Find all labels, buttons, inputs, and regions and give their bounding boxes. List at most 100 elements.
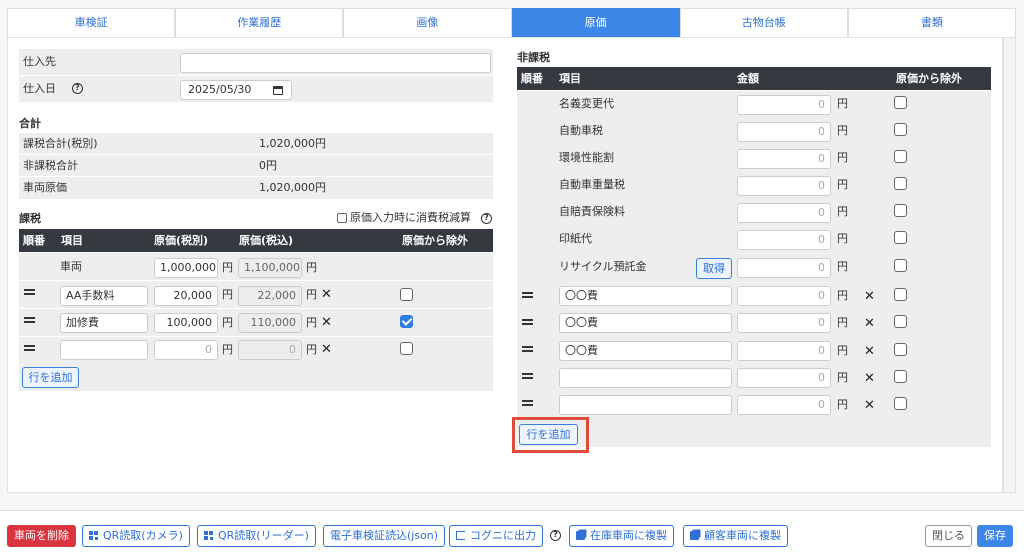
item-input[interactable]: 〇〇費 <box>559 341 732 361</box>
delete-row-icon[interactable]: ✕ <box>864 345 875 359</box>
delete-vehicle-button[interactable]: 車両を削除 <box>7 525 76 547</box>
taxable-add-row-button[interactable]: 行を追加 <box>22 367 79 388</box>
purchase-date-input[interactable]: 2025/05/30 <box>180 80 292 100</box>
drag-handle-icon[interactable] <box>522 346 533 352</box>
yen-unit: 円 <box>837 344 848 357</box>
amount-input[interactable]: 0 <box>737 122 831 142</box>
qr-camera-button[interactable]: QR読取(カメラ) <box>82 525 190 547</box>
delete-row-icon[interactable]: ✕ <box>864 317 875 331</box>
exclude-checkbox[interactable] <box>894 150 907 163</box>
highlight-box <box>512 417 589 453</box>
export-button[interactable]: コグニに出力 <box>449 525 543 547</box>
amount-input[interactable]: 0 <box>737 341 831 361</box>
delete-row-icon[interactable]: ✕ <box>321 343 332 357</box>
drag-handle-icon[interactable] <box>522 400 533 406</box>
help-icon[interactable]: ? <box>550 530 561 541</box>
cost-in-input: 0 <box>238 340 302 360</box>
yen-unit: 円 <box>837 398 848 411</box>
col-exclude: 原価から除外 <box>896 72 962 85</box>
delete-row-icon[interactable]: ✕ <box>321 316 332 330</box>
fetch-recycle-button[interactable]: 取得 <box>696 258 732 279</box>
amount-input[interactable]: 0 <box>737 368 831 388</box>
amount-input[interactable]: 0 <box>737 203 831 223</box>
exclude-checkbox[interactable] <box>400 342 413 355</box>
drag-handle-icon[interactable] <box>24 345 35 351</box>
exclude-checkbox[interactable] <box>894 204 907 217</box>
drag-handle-icon[interactable] <box>24 317 35 323</box>
vehicle-cost-ex-input[interactable]: 1,000,000 <box>154 258 218 278</box>
amount-input[interactable]: 0 <box>737 313 831 333</box>
item-input[interactable]: AA手数料 <box>60 286 148 306</box>
drag-handle-icon[interactable] <box>522 319 533 325</box>
add-row-bar <box>19 364 493 391</box>
close-button[interactable]: 閉じる <box>925 525 972 547</box>
tab-images[interactable]: 画像 <box>343 8 512 38</box>
tab-cost[interactable]: 原価 <box>511 8 680 38</box>
amount-input[interactable]: 0 <box>737 258 831 278</box>
save-button[interactable]: 保存 <box>977 525 1013 547</box>
qr-icon <box>89 531 98 540</box>
cost-ex-input[interactable]: 0 <box>154 340 218 360</box>
amount-input[interactable]: 0 <box>737 95 831 115</box>
amount-input[interactable]: 0 <box>737 230 831 250</box>
exclude-checkbox[interactable] <box>894 231 907 244</box>
exclude-checkbox[interactable] <box>400 315 413 328</box>
amount-input[interactable]: 0 <box>737 149 831 169</box>
tax-reduce-checkbox[interactable] <box>337 213 347 223</box>
exclude-checkbox[interactable] <box>894 343 907 356</box>
tab-vehicle-inspection[interactable]: 車検証 <box>7 8 176 38</box>
exclude-checkbox[interactable] <box>894 177 907 190</box>
supplier-input[interactable] <box>180 53 491 73</box>
taxable-heading: 課税 <box>19 212 41 225</box>
taxable-table-header: 順番 項目 原価(税別) 原価(税込) 原価から除外 <box>19 229 493 252</box>
drag-handle-icon[interactable] <box>522 292 533 298</box>
drag-handle-icon[interactable] <box>24 289 35 295</box>
scrollbar[interactable] <box>1003 37 1016 493</box>
purchase-date-label: 仕入日 <box>23 82 56 95</box>
tab-documents[interactable]: 書類 <box>847 8 1017 38</box>
copy-icon <box>576 531 585 540</box>
yen-unit: 円 <box>837 151 848 164</box>
exclude-checkbox[interactable] <box>894 370 907 383</box>
delete-row-icon[interactable]: ✕ <box>864 372 875 386</box>
export-icon <box>456 531 465 540</box>
exclude-checkbox[interactable] <box>894 123 907 136</box>
item-input[interactable] <box>559 368 732 388</box>
item-input[interactable]: 加修費 <box>60 313 148 333</box>
yen-unit: 円 <box>222 261 233 274</box>
cost-ex-input[interactable]: 20,000 <box>154 286 218 306</box>
item-input[interactable]: 〇〇費 <box>559 313 732 333</box>
exclude-checkbox[interactable] <box>894 397 907 410</box>
amount-input[interactable]: 0 <box>737 176 831 196</box>
exclude-checkbox[interactable] <box>894 315 907 328</box>
help-icon[interactable]: ? <box>72 83 83 94</box>
yen-unit: 円 <box>837 232 848 245</box>
tab-work-history[interactable]: 作業履歴 <box>175 8 344 38</box>
tab-antique-ledger[interactable]: 古物台帳 <box>679 8 848 38</box>
amount-input[interactable]: 0 <box>737 395 831 415</box>
calendar-icon[interactable] <box>273 86 283 95</box>
amount-input[interactable]: 0 <box>737 286 831 306</box>
copy-stock-button[interactable]: 在庫車両に複製 <box>569 525 674 547</box>
exclude-checkbox[interactable] <box>894 259 907 272</box>
item-input[interactable] <box>60 340 148 360</box>
exclude-checkbox[interactable] <box>400 288 413 301</box>
item-input[interactable]: 〇〇費 <box>559 286 732 306</box>
exclude-checkbox[interactable] <box>894 288 907 301</box>
delete-row-icon[interactable]: ✕ <box>864 399 875 413</box>
help-icon[interactable]: ? <box>481 213 492 224</box>
nontaxable-table-header: 順番 項目 金額 原価から除外 <box>517 67 991 90</box>
delete-row-icon[interactable]: ✕ <box>321 288 332 302</box>
fixed-item-label: 自動車税 <box>559 124 603 137</box>
fixed-item-label: 印紙代 <box>559 232 592 245</box>
ev-json-button[interactable]: 電子車検証読込(json) <box>323 525 446 547</box>
cost-ex-input[interactable]: 100,000 <box>154 313 218 333</box>
qr-reader-button[interactable]: QR読取(リーダー) <box>197 525 316 547</box>
item-input[interactable] <box>559 395 732 415</box>
copy-icon <box>690 531 699 540</box>
exclude-checkbox[interactable] <box>894 96 907 109</box>
totals-heading: 合計 <box>19 117 41 130</box>
delete-row-icon[interactable]: ✕ <box>864 290 875 304</box>
copy-customer-button[interactable]: 顧客車両に複製 <box>683 525 788 547</box>
drag-handle-icon[interactable] <box>522 373 533 379</box>
